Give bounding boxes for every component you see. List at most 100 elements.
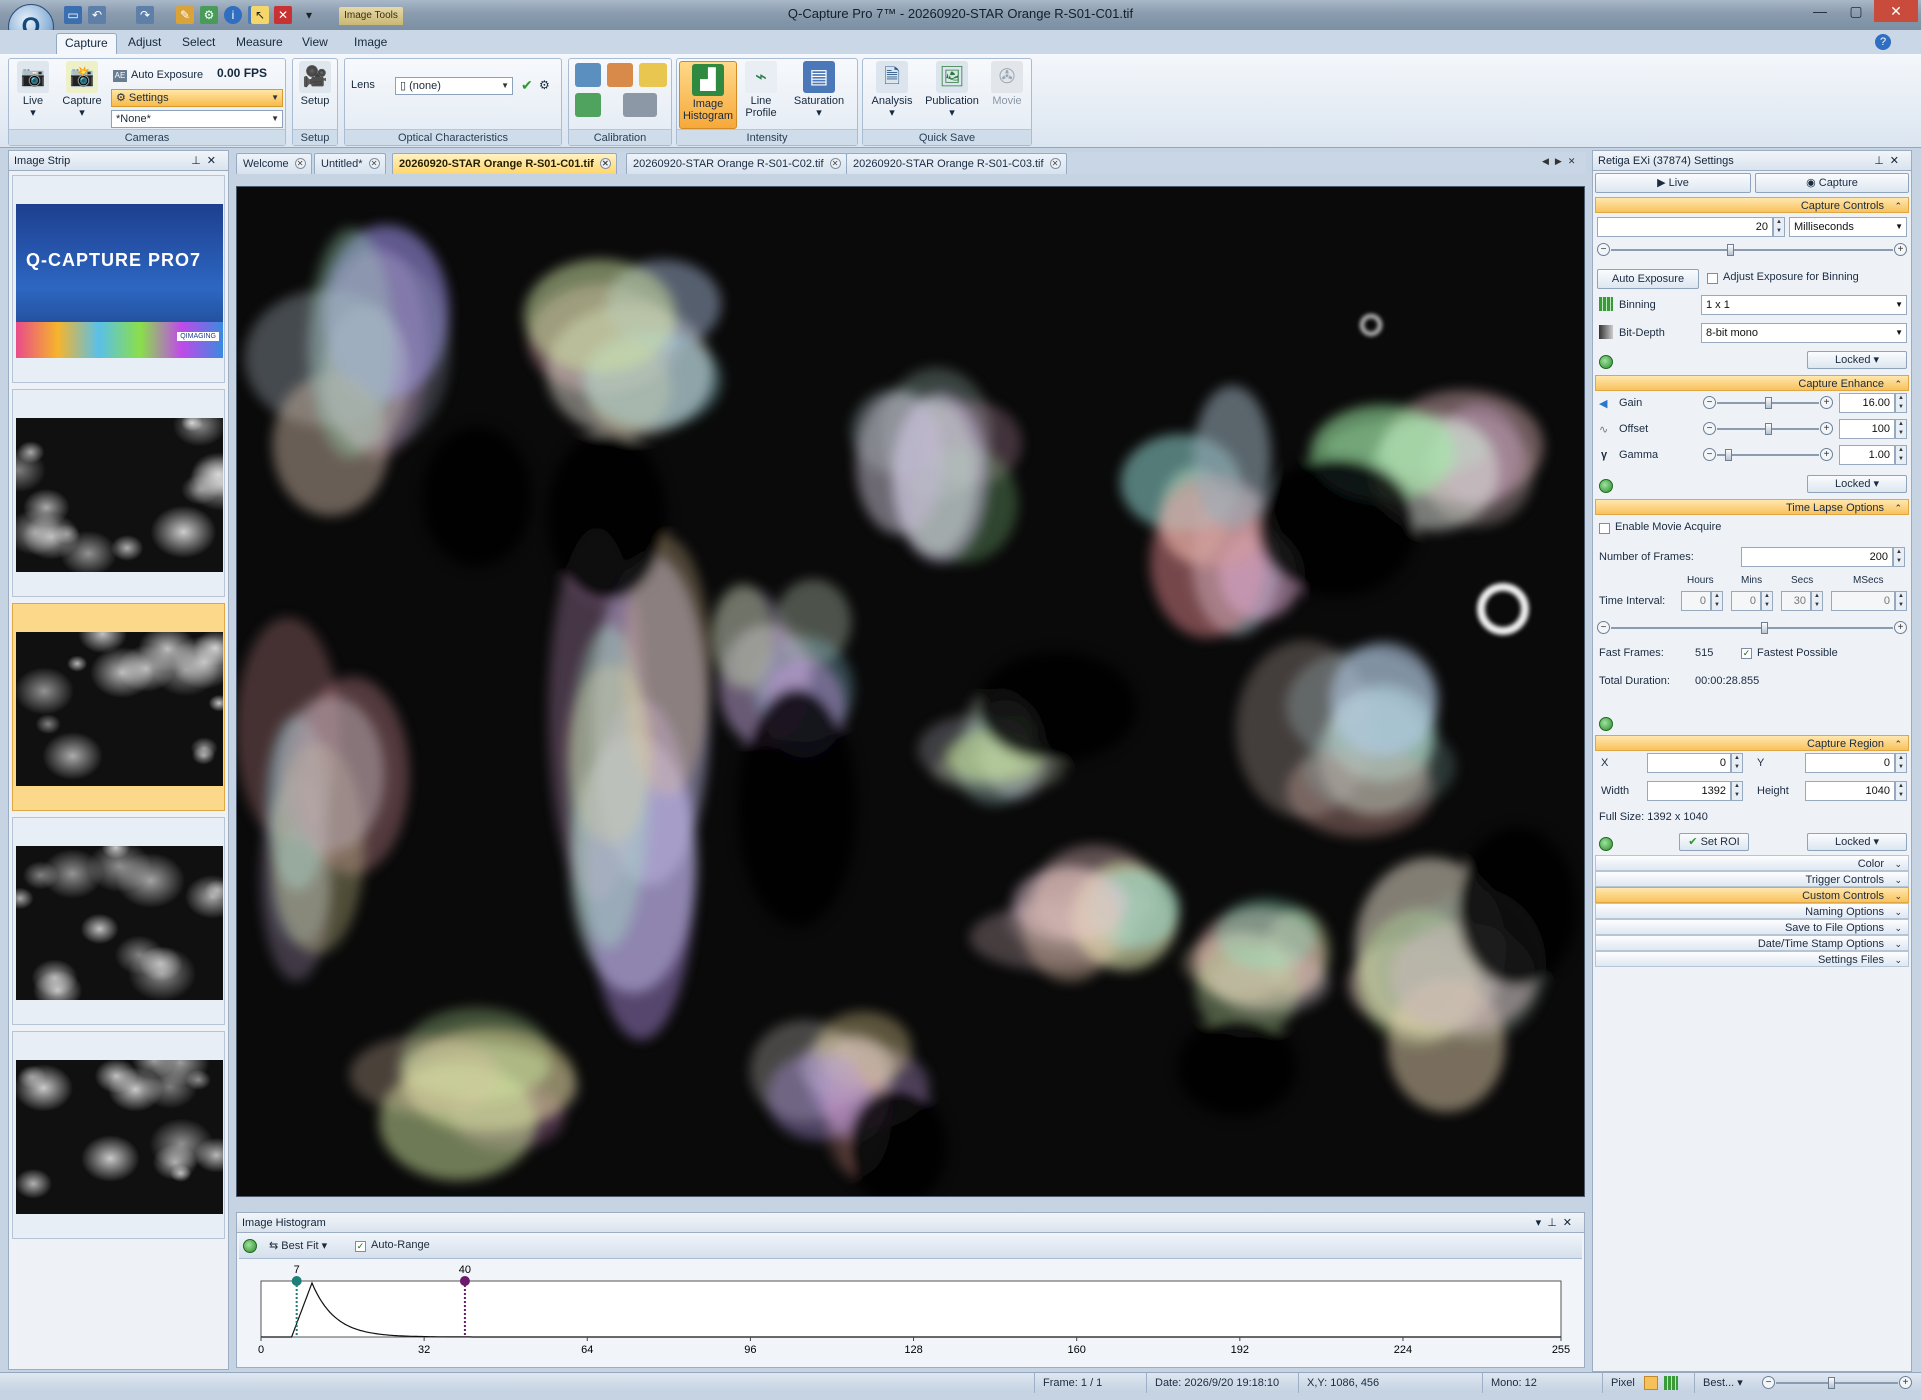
calibration-refresh-icon[interactable] xyxy=(575,93,601,117)
tab-close-icon[interactable]: ✕ xyxy=(829,158,841,169)
help-icon[interactable]: ? xyxy=(1875,34,1891,50)
thumbnail-image-2[interactable] xyxy=(12,603,225,811)
tab-capture[interactable]: Capture xyxy=(56,33,117,54)
plus-icon[interactable]: + xyxy=(1899,1376,1912,1389)
line-profile-button[interactable]: ⌁ Line Profile xyxy=(739,61,783,119)
refresh-icon[interactable] xyxy=(1599,717,1613,731)
msecs-input[interactable]: 0 xyxy=(1831,591,1895,611)
x-spinner[interactable]: ▲ ▼ xyxy=(1731,753,1743,773)
capture-controls-locked-dropdown[interactable]: Locked ▾ xyxy=(1807,351,1907,369)
frames-spinner[interactable]: ▲ ▼ xyxy=(1893,547,1905,567)
tab-measure[interactable]: Measure xyxy=(228,33,291,54)
minus-icon[interactable]: − xyxy=(1597,621,1610,634)
secs-spinner[interactable]: ▲ ▼ xyxy=(1811,591,1823,611)
doc-tab-c02[interactable]: 20260920-STAR Orange R-S01-C02.tif ✕ xyxy=(626,153,847,174)
qat-tag-icon[interactable]: ✎ xyxy=(176,6,194,24)
calibration-pen-icon[interactable] xyxy=(607,63,633,87)
refresh-icon[interactable] xyxy=(1599,479,1613,493)
qat-delete-icon[interactable]: ✕ xyxy=(274,6,292,24)
pin-icon[interactable]: ⊥ xyxy=(1547,1217,1563,1229)
section-color[interactable]: Color ⌄ xyxy=(1595,855,1909,871)
doc-tab-c03[interactable]: 20260920-STAR Orange R-S01-C03.tif ✕ xyxy=(846,153,1067,174)
section-custom-controls[interactable]: Custom Controls ⌄ xyxy=(1595,887,1909,903)
calibration-image-icon[interactable] xyxy=(575,63,601,87)
section-naming-options[interactable]: Naming Options ⌄ xyxy=(1595,903,1909,919)
qat-undo-icon[interactable]: ↶ xyxy=(88,6,106,24)
pin-icon[interactable]: ⊥ xyxy=(1874,155,1890,167)
section-save-to-file[interactable]: Save to File Options ⌄ xyxy=(1595,919,1909,935)
movie-button[interactable]: ✇ Movie xyxy=(987,61,1027,107)
minimize-icon[interactable]: — xyxy=(1800,0,1840,22)
qat-window-icon[interactable]: ▭ xyxy=(64,6,82,24)
low-marker-handle[interactable] xyxy=(291,1276,302,1286)
qat-tool-icon[interactable]: ⚙ xyxy=(200,6,218,24)
set-roi-button[interactable]: ✔ Set ROI xyxy=(1679,833,1749,851)
settings-dropdown[interactable]: ⚙ Settings ▼ xyxy=(111,89,283,107)
capture-enhance-locked-dropdown[interactable]: Locked ▾ xyxy=(1807,475,1907,493)
plus-icon[interactable]: + xyxy=(1894,243,1907,256)
offset-spinner[interactable]: ▲ ▼ xyxy=(1895,419,1907,439)
qat-info-icon[interactable]: i xyxy=(224,6,242,24)
auto-exposure-settings-button[interactable]: Auto Exposure xyxy=(1597,269,1699,289)
tab-close-icon[interactable]: ✕ xyxy=(294,158,306,169)
exposure-spinner[interactable]: ▲ ▼ xyxy=(1773,217,1785,237)
hours-spinner[interactable]: ▲ ▼ xyxy=(1711,591,1723,611)
image-viewer[interactable] xyxy=(236,186,1585,1197)
gamma-slider[interactable]: − + xyxy=(1703,448,1833,462)
height-spinner[interactable]: ▲ ▼ xyxy=(1895,781,1907,801)
refresh-icon[interactable] xyxy=(243,1239,257,1253)
plus-icon[interactable]: + xyxy=(1820,422,1833,435)
auto-range-checkbox[interactable]: ✓ xyxy=(355,1241,366,1252)
plus-icon[interactable]: + xyxy=(1894,621,1907,634)
section-settings-files[interactable]: Settings Files ⌄ xyxy=(1595,951,1909,967)
plus-icon[interactable]: + xyxy=(1820,448,1833,461)
thumbnail-image-1[interactable] xyxy=(12,389,225,597)
minus-icon[interactable]: − xyxy=(1762,1376,1775,1389)
saturation-button[interactable]: ▤ Saturation ▾ xyxy=(787,61,851,119)
gain-slider[interactable]: − + xyxy=(1703,396,1833,410)
mins-spinner[interactable]: ▲ ▼ xyxy=(1761,591,1773,611)
zoom-dropdown[interactable]: Best... ▾ xyxy=(1694,1373,1756,1393)
close-panel-icon[interactable]: ✕ xyxy=(207,155,222,167)
thumbnail-splash[interactable]: Q-CAPTURE PRO7 QIMAGING xyxy=(12,175,225,383)
adjust-binning-checkbox[interactable] xyxy=(1707,273,1718,284)
x-input[interactable]: 0 xyxy=(1647,753,1731,773)
gain-input[interactable]: 16.00 xyxy=(1839,393,1895,413)
close-panel-icon[interactable]: ✕ xyxy=(1890,155,1905,167)
dropdown-icon[interactable]: ▾ xyxy=(1536,1217,1548,1229)
gain-spinner[interactable]: ▲ ▼ xyxy=(1895,393,1907,413)
y-input[interactable]: 0 xyxy=(1805,753,1895,773)
exposure-unit-dropdown[interactable]: Milliseconds ▼ xyxy=(1789,217,1907,237)
live-button[interactable]: 📷 Live ▾ xyxy=(15,61,51,119)
tab-scroll-icons[interactable]: ◀▶✕ xyxy=(1542,156,1581,167)
binning-dropdown[interactable]: 1 x 1 ▼ xyxy=(1701,295,1907,315)
doc-tab-untitled[interactable]: Untitled* ✕ xyxy=(314,153,386,174)
maximize-icon[interactable]: ▢ xyxy=(1836,0,1876,22)
exposure-slider[interactable]: − + xyxy=(1597,243,1907,257)
lens-dropdown[interactable]: ▯ (none) ▼ xyxy=(395,77,513,95)
publication-button[interactable]: 🖼 Publication ▾ xyxy=(921,61,983,119)
section-capture-controls[interactable]: Capture Controls ⌃ xyxy=(1595,197,1909,213)
hours-input[interactable]: 0 xyxy=(1681,591,1711,611)
msecs-spinner[interactable]: ▲ ▼ xyxy=(1895,591,1907,611)
calibration-camera-icon[interactable] xyxy=(623,93,657,117)
refresh-icon[interactable] xyxy=(1599,837,1613,851)
analysis-button[interactable]: 🗎 Analysis ▾ xyxy=(869,61,915,119)
minus-icon[interactable]: − xyxy=(1703,396,1716,409)
image-histogram-button[interactable]: ▟ Image Histogram xyxy=(679,61,737,129)
section-capture-region[interactable]: Capture Region ⌃ xyxy=(1595,735,1909,751)
frames-input[interactable]: 200 xyxy=(1741,547,1893,567)
calibration-ruler-icon[interactable] xyxy=(639,63,667,87)
capture-region-locked-dropdown[interactable]: Locked ▾ xyxy=(1807,833,1907,851)
thumbnail-image-4[interactable] xyxy=(12,1031,225,1239)
gamma-spinner[interactable]: ▲ ▼ xyxy=(1895,445,1907,465)
plus-icon[interactable]: + xyxy=(1820,396,1833,409)
secs-input[interactable]: 30 xyxy=(1781,591,1811,611)
minus-icon[interactable]: − xyxy=(1703,422,1716,435)
close-icon[interactable]: ✕ xyxy=(1874,0,1918,22)
camera-preset-dropdown[interactable]: *None* ▼ xyxy=(111,110,283,128)
qat-customize-icon[interactable]: ▾ xyxy=(300,6,318,24)
high-marker-handle[interactable] xyxy=(459,1276,470,1286)
minus-icon[interactable]: − xyxy=(1703,448,1716,461)
tab-view[interactable]: View xyxy=(294,33,336,54)
